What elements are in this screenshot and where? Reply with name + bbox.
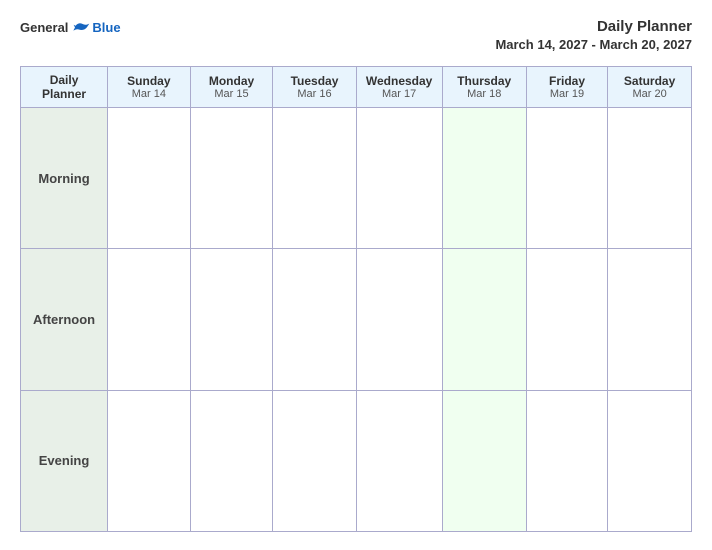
col-header-monday: Monday Mar 15 xyxy=(190,67,273,108)
cell-afternoon-thursday[interactable] xyxy=(442,249,526,390)
cell-afternoon-friday[interactable] xyxy=(526,249,607,390)
col-header-thursday: Thursday Mar 18 xyxy=(442,67,526,108)
row-afternoon: Afternoon xyxy=(21,249,692,390)
cell-afternoon-wednesday[interactable] xyxy=(356,249,442,390)
cell-evening-saturday[interactable] xyxy=(608,390,692,531)
day-name-saturday: Saturday xyxy=(612,74,687,88)
col-header-friday: Friday Mar 19 xyxy=(526,67,607,108)
logo-blue: Blue xyxy=(92,20,120,35)
cell-afternoon-monday[interactable] xyxy=(190,249,273,390)
cell-morning-sunday[interactable] xyxy=(108,108,191,249)
logo-text: General Blue xyxy=(20,18,121,36)
planner-subtitle: March 14, 2027 - March 20, 2027 xyxy=(495,37,692,52)
header: General Blue Daily Planner March 14, 202… xyxy=(20,18,692,54)
title-area: Daily Planner March 14, 2027 - March 20,… xyxy=(495,18,692,54)
day-date-wednesday: Mar 17 xyxy=(361,88,438,100)
cell-evening-monday[interactable] xyxy=(190,390,273,531)
col-header-sunday: Sunday Mar 14 xyxy=(108,67,191,108)
cell-morning-monday[interactable] xyxy=(190,108,273,249)
day-name-thursday: Thursday xyxy=(447,74,522,88)
cell-afternoon-saturday[interactable] xyxy=(608,249,692,390)
cell-morning-tuesday[interactable] xyxy=(273,108,356,249)
cell-afternoon-tuesday[interactable] xyxy=(273,249,356,390)
label-evening: Evening xyxy=(21,390,108,531)
logo-area: General Blue xyxy=(20,18,121,36)
cell-morning-saturday[interactable] xyxy=(608,108,692,249)
col-header-tuesday: Tuesday Mar 16 xyxy=(273,67,356,108)
calendar-header-row: DailyPlanner Sunday Mar 14 Monday Mar 15… xyxy=(21,67,692,108)
logo-general: General xyxy=(20,20,68,35)
bird-icon xyxy=(72,18,90,36)
col-header-saturday: Saturday Mar 20 xyxy=(608,67,692,108)
day-date-saturday: Mar 20 xyxy=(612,88,687,100)
day-name-sunday: Sunday xyxy=(112,74,186,88)
col-header-wednesday: Wednesday Mar 17 xyxy=(356,67,442,108)
day-name-tuesday: Tuesday xyxy=(277,74,351,88)
calendar-table: DailyPlanner Sunday Mar 14 Monday Mar 15… xyxy=(20,66,692,532)
row-evening: Evening xyxy=(21,390,692,531)
cell-evening-wednesday[interactable] xyxy=(356,390,442,531)
cell-evening-sunday[interactable] xyxy=(108,390,191,531)
row-morning: Morning xyxy=(21,108,692,249)
cell-evening-tuesday[interactable] xyxy=(273,390,356,531)
planner-title: Daily Planner xyxy=(597,18,692,35)
cell-morning-thursday[interactable] xyxy=(442,108,526,249)
day-date-tuesday: Mar 16 xyxy=(277,88,351,100)
page: General Blue Daily Planner March 14, 202… xyxy=(0,0,712,550)
cell-afternoon-sunday[interactable] xyxy=(108,249,191,390)
label-afternoon: Afternoon xyxy=(21,249,108,390)
cell-morning-wednesday[interactable] xyxy=(356,108,442,249)
day-date-friday: Mar 19 xyxy=(531,88,603,100)
day-date-sunday: Mar 14 xyxy=(112,88,186,100)
day-date-thursday: Mar 18 xyxy=(447,88,522,100)
corner-label: DailyPlanner xyxy=(42,73,86,101)
cell-evening-thursday[interactable] xyxy=(442,390,526,531)
day-name-wednesday: Wednesday xyxy=(361,74,438,88)
cell-evening-friday[interactable] xyxy=(526,390,607,531)
day-name-monday: Monday xyxy=(195,74,269,88)
day-name-friday: Friday xyxy=(531,74,603,88)
label-morning: Morning xyxy=(21,108,108,249)
day-date-monday: Mar 15 xyxy=(195,88,269,100)
corner-header: DailyPlanner xyxy=(21,67,108,108)
cell-morning-friday[interactable] xyxy=(526,108,607,249)
